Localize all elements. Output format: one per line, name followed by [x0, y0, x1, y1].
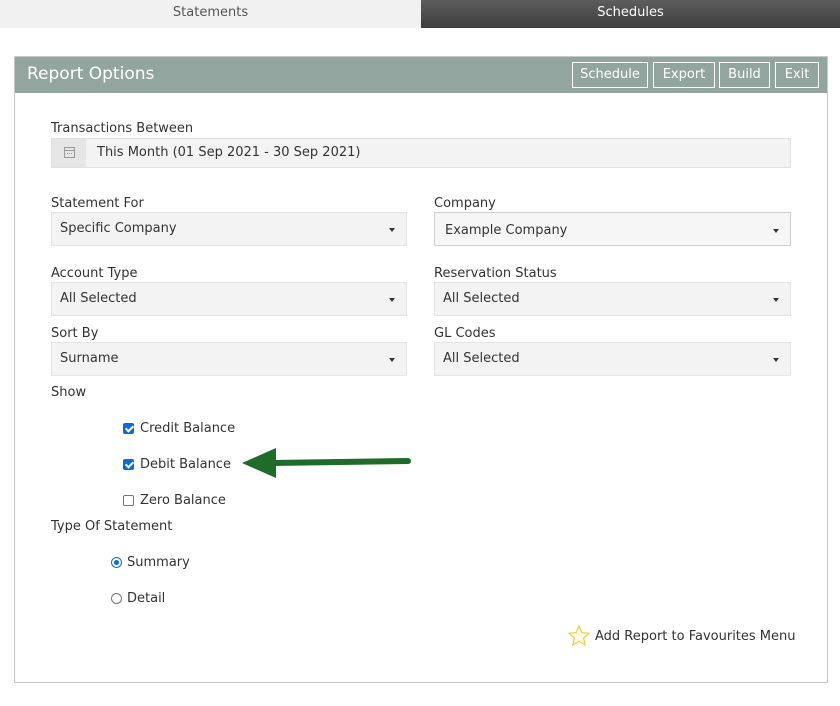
zero-balance-label: Zero Balance	[140, 492, 226, 508]
credit-balance-checkbox[interactable]	[123, 422, 134, 434]
add-to-favourites-label: Add Report to Favourites Menu	[595, 628, 796, 644]
chevron-down-icon	[389, 298, 395, 302]
sort-by-select[interactable]: Surname	[51, 342, 407, 376]
report-options-panel: Report Options Schedule Export Build Exi…	[14, 56, 828, 683]
tab-schedules[interactable]: Schedules	[421, 0, 840, 28]
account-type-value: All Selected	[60, 291, 137, 306]
debit-balance-label: Debit Balance	[140, 456, 231, 472]
star-icon	[567, 624, 591, 647]
type-of-statement-label: Type Of Statement	[51, 519, 173, 534]
account-type-label: Account Type	[51, 266, 138, 281]
panel-header: Report Options Schedule Export Build Exi…	[15, 57, 827, 93]
credit-balance-label: Credit Balance	[140, 420, 236, 436]
account-type-select[interactable]: All Selected	[51, 282, 407, 316]
schedule-button[interactable]: Schedule	[572, 62, 648, 88]
zero-balance-option[interactable]: Zero Balance	[123, 491, 226, 509]
transactions-between-label: Transactions Between	[51, 121, 194, 136]
debit-balance-option[interactable]: Debit Balance	[123, 455, 231, 473]
statement-for-label: Statement For	[51, 196, 144, 211]
detail-label: Detail	[127, 590, 166, 606]
sort-by-label: Sort By	[51, 326, 99, 341]
sort-by-value: Surname	[60, 351, 119, 366]
chevron-down-icon	[389, 358, 395, 362]
gl-codes-select[interactable]: All Selected	[434, 342, 791, 376]
credit-balance-option[interactable]: Credit Balance	[123, 419, 235, 437]
reservation-status-value: All Selected	[443, 291, 520, 306]
add-to-favourites-link[interactable]: Add Report to Favourites Menu	[567, 624, 796, 648]
date-range-value: This Month (01 Sep 2021 - 30 Sep 2021)	[97, 145, 361, 160]
chevron-down-icon	[773, 229, 779, 233]
reservation-status-select[interactable]: All Selected	[434, 282, 791, 316]
detail-radio[interactable]	[111, 592, 122, 604]
export-button[interactable]: Export	[653, 62, 715, 88]
zero-balance-checkbox[interactable]	[123, 494, 134, 506]
chevron-down-icon	[389, 228, 395, 232]
company-label: Company	[434, 196, 496, 211]
calendar-icon	[64, 147, 75, 158]
panel-title: Report Options	[27, 64, 155, 84]
gl-codes-value: All Selected	[443, 351, 520, 366]
tab-statements[interactable]: Statements	[0, 0, 421, 28]
statement-for-value: Specific Company	[60, 221, 177, 236]
reservation-status-label: Reservation Status	[434, 266, 557, 281]
company-select[interactable]: Example Company	[434, 212, 791, 246]
summary-label: Summary	[127, 554, 190, 570]
company-value: Example Company	[445, 223, 568, 238]
chevron-down-icon	[773, 298, 779, 302]
report-tabs: Statements Schedules	[0, 0, 840, 28]
chevron-down-icon	[773, 358, 779, 362]
summary-option[interactable]: Summary	[111, 553, 190, 571]
show-label: Show	[51, 385, 87, 400]
date-range-field[interactable]: This Month (01 Sep 2021 - 30 Sep 2021)	[51, 138, 791, 168]
debit-balance-checkbox[interactable]	[123, 458, 134, 470]
calendar-button[interactable]	[52, 139, 86, 167]
exit-button[interactable]: Exit	[775, 62, 819, 88]
detail-option[interactable]: Detail	[111, 589, 165, 607]
green-arrow-icon	[242, 448, 411, 478]
summary-radio[interactable]	[111, 556, 122, 568]
statement-for-select[interactable]: Specific Company	[51, 212, 407, 246]
build-button[interactable]: Build	[719, 62, 770, 88]
gl-codes-label: GL Codes	[434, 326, 496, 341]
